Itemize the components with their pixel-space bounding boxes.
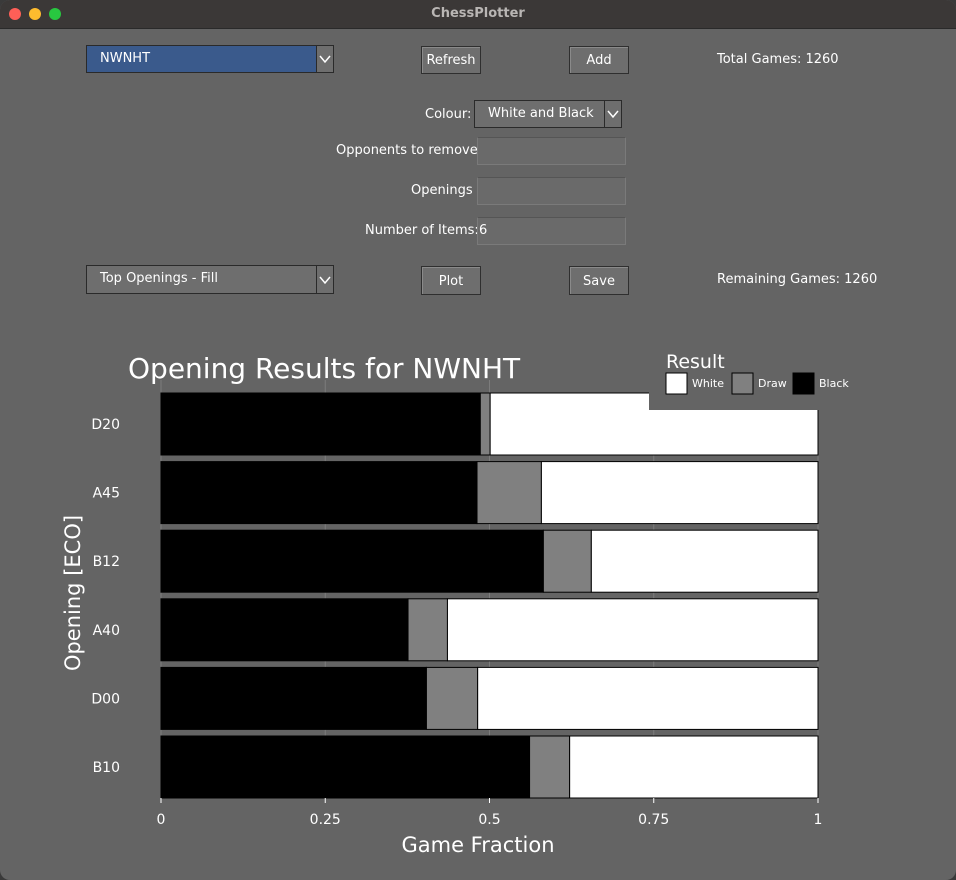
bar-black [160, 392, 481, 456]
remaining-games-label: Remaining Games: 1260 [717, 272, 878, 287]
chevron-down-icon [607, 110, 619, 119]
openings-label: Openings [411, 183, 473, 198]
y-tick-label: D00 [91, 691, 120, 707]
plot-button[interactable]: Plot [421, 266, 481, 295]
chevron-down-icon [319, 55, 331, 64]
legend-label-white: White [692, 377, 724, 390]
y-tick-label: B12 [93, 554, 120, 570]
bar-white [446, 598, 819, 662]
y-tick-label: A45 [93, 486, 120, 502]
y-axis-label: Opening [ECO] [61, 515, 85, 671]
legend-label-draw: Draw [758, 377, 787, 390]
legend-title: Result [666, 351, 725, 373]
add-button[interactable]: Add [569, 46, 629, 74]
app-window: ChessPlotter NWNHT Refresh Add Total Gam… [0, 0, 956, 880]
legend-background [649, 345, 820, 410]
plot-type-value: Top Openings - Fill [100, 271, 218, 286]
bar-draw [542, 529, 592, 593]
bar-black [160, 735, 531, 799]
legend-swatch-black [792, 372, 815, 395]
save-button[interactable]: Save [569, 266, 629, 295]
x-tick-label: 1 [814, 812, 823, 828]
total-games-label: Total Games: 1260 [717, 52, 839, 67]
chart-title: Opening Results for NWNHT [128, 352, 521, 385]
num-items-label: Number of Items: [365, 223, 479, 238]
legend-swatch-draw [731, 372, 754, 395]
legend-swatch-white [665, 372, 688, 395]
opponents-input[interactable] [477, 137, 626, 165]
bar-draw [479, 392, 491, 456]
results-chart: Opening Results for NWNHT D20 A45 B12 A40 D0… [61, 345, 849, 857]
opponents-label: Opponents to remove: [336, 143, 483, 158]
chevron-down-icon [319, 276, 331, 285]
player-select-dropdown[interactable] [316, 46, 333, 72]
openings-input[interactable] [477, 177, 626, 205]
num-items-input[interactable]: 6 [477, 217, 626, 245]
x-tick-label: 0 [157, 812, 166, 828]
bar-black [160, 598, 409, 662]
chart-legend: Result White Draw Black [649, 345, 849, 410]
colour-select-dropdown[interactable] [604, 101, 621, 127]
bar-black [160, 461, 478, 525]
bar-draw [425, 666, 479, 730]
bar-draw [529, 735, 571, 799]
x-tick-label: 0.75 [638, 812, 669, 828]
bar-white [590, 529, 819, 593]
bar-black [160, 529, 544, 593]
colour-select-value: White and Black [488, 106, 594, 121]
colour-label: Colour: [425, 107, 472, 122]
refresh-button[interactable]: Refresh [421, 46, 481, 74]
bar-white [477, 666, 819, 730]
plot-type-select[interactable]: Top Openings - Fill [86, 265, 334, 294]
plot-type-dropdown[interactable] [316, 266, 333, 293]
bar-draw [476, 461, 542, 525]
window-title: ChessPlotter [431, 6, 525, 21]
bar-black [160, 666, 427, 730]
x-tick-label: 0.25 [310, 812, 341, 828]
colour-select[interactable]: White and Black [474, 100, 622, 128]
y-tick-label: D20 [91, 417, 120, 433]
y-tick-label: B10 [93, 760, 120, 776]
y-tick-label: A40 [93, 623, 120, 639]
legend-label-black: Black [819, 377, 849, 390]
x-tick-label: 0.5 [478, 812, 500, 828]
player-select-value: NWNHT [100, 51, 151, 66]
bar-white [489, 392, 819, 456]
title-bar: ChessPlotter [0, 0, 956, 29]
x-axis-label: Game Fraction [401, 833, 554, 857]
bar-white [569, 735, 819, 799]
player-select[interactable]: NWNHT [86, 45, 334, 73]
bar-white [540, 461, 819, 525]
bar-draw [407, 598, 448, 662]
